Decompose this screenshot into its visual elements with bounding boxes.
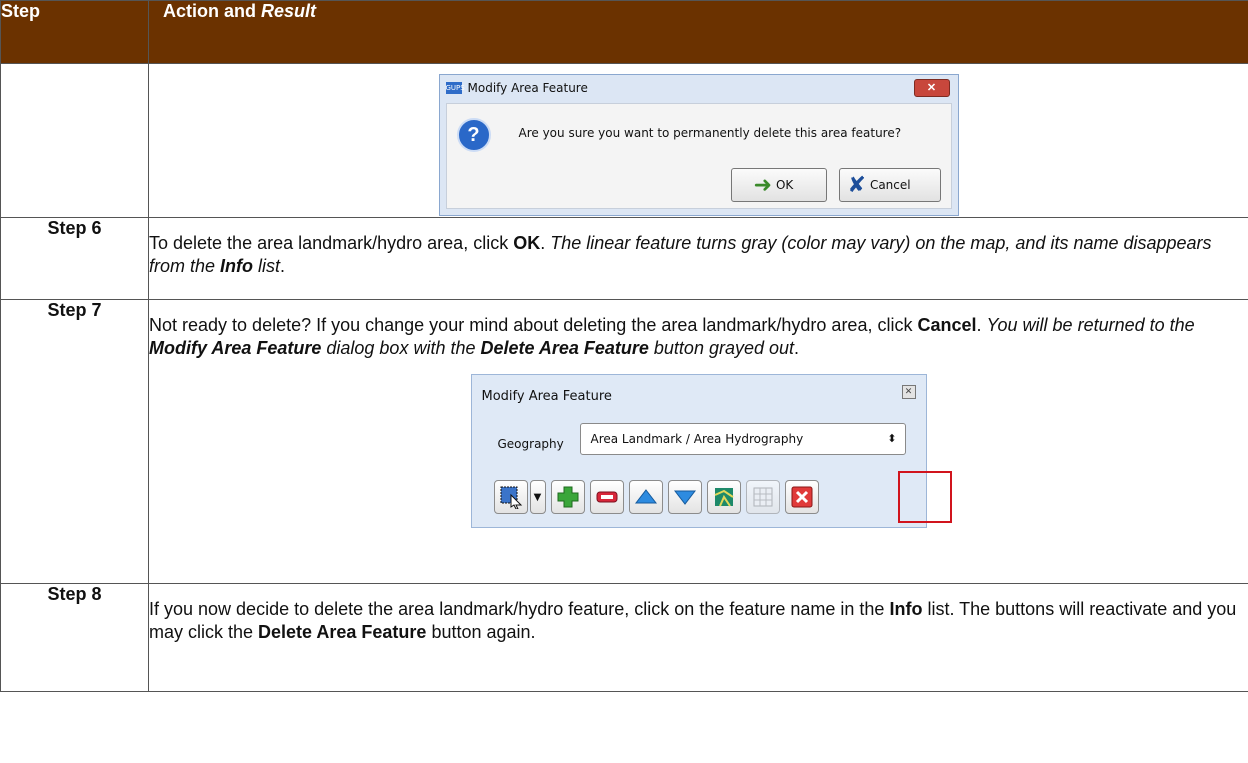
app-icon: GUPS xyxy=(445,82,465,94)
modify-area-feature-panel: Modify Area Feature ✕ Geography Area Lan… xyxy=(470,374,952,528)
delete-icon[interactable] xyxy=(784,480,819,514)
remove-icon[interactable] xyxy=(589,480,624,514)
step-label: Step 7 xyxy=(0,299,149,584)
ok-button[interactable]: ➜ OK xyxy=(730,168,827,202)
table-row: Step 8 If you now decide to delete the a… xyxy=(0,583,1248,692)
ok-label: OK xyxy=(775,177,794,192)
dialog-message: Are you sure you want to permanently del… xyxy=(518,126,902,140)
select-tool-icon[interactable] xyxy=(493,480,528,514)
add-icon[interactable] xyxy=(550,480,585,514)
map-icon[interactable] xyxy=(706,480,741,514)
table-icon[interactable] xyxy=(745,480,780,514)
dialog-titlebar: GUPS Modify Area Feature xyxy=(440,75,958,101)
header-step: Step xyxy=(0,0,149,64)
chevron-updown-icon: ⬍ xyxy=(887,432,897,445)
close-icon[interactable]: ✕ xyxy=(901,385,916,399)
table-row: Step 6 To delete the area landmark/hydro… xyxy=(0,217,1248,300)
delete-highlight-box xyxy=(897,471,952,523)
geography-value: Area Landmark / Area Hydrography xyxy=(590,432,804,446)
step-content: Not ready to delete? If you change your … xyxy=(148,299,1248,584)
close-icon[interactable]: ✕ xyxy=(913,79,950,97)
table-row: Step 7 Not ready to delete? If you chang… xyxy=(0,299,1248,584)
result-cell: GUPS Modify Area Feature ✕ ? Are you sur… xyxy=(148,63,1248,218)
move-down-icon[interactable] xyxy=(667,480,702,514)
feature-toolbar: ▼ xyxy=(493,475,824,519)
geography-select[interactable]: Area Landmark / Area Hydrography ⬍ xyxy=(579,423,906,455)
step-text: To delete the area landmark/hydro area, … xyxy=(148,217,1248,300)
step-label: Step 8 xyxy=(0,583,149,692)
confirm-dialog: GUPS Modify Area Feature ✕ ? Are you sur… xyxy=(438,74,959,216)
step-label: Step 6 xyxy=(0,217,149,300)
dialog-title: Modify Area Feature xyxy=(467,80,588,95)
cancel-x-icon: ✘ xyxy=(847,172,866,198)
geography-label: Geography xyxy=(497,437,564,451)
cancel-label: Cancel xyxy=(869,177,911,192)
panel-title: Modify Area Feature xyxy=(481,389,612,404)
header-action-result: Action and Result xyxy=(148,0,1248,64)
step-text: Not ready to delete? If you change your … xyxy=(149,315,1195,358)
step-cell-empty xyxy=(0,63,149,218)
step-text: If you now decide to delete the area lan… xyxy=(148,583,1248,692)
dialog-body: ? Are you sure you want to permanently d… xyxy=(445,103,952,209)
dropdown-arrow-icon[interactable]: ▼ xyxy=(529,480,546,514)
cancel-button[interactable]: ✘ Cancel xyxy=(838,168,941,202)
question-icon: ? xyxy=(456,118,491,152)
table-header-row: Step Action and Result xyxy=(0,0,1248,64)
table-row: GUPS Modify Area Feature ✕ ? Are you sur… xyxy=(0,63,1248,218)
move-up-icon[interactable] xyxy=(628,480,663,514)
ok-arrow-icon: ➜ xyxy=(753,172,772,198)
